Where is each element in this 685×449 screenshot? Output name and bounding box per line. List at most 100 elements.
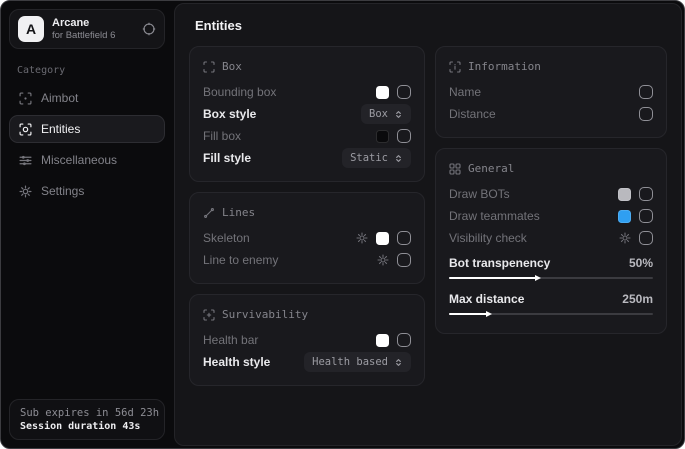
brand-text: Arcane for Battlefield 6: [52, 17, 115, 41]
max-distance-value: 250m: [622, 292, 653, 306]
sidebar-nav: Aimbot Entities Miscellaneous Settings: [9, 84, 165, 205]
lines-card: Lines Skeleton Line to enemy: [189, 192, 425, 284]
health-bar-checkbox[interactable]: [397, 333, 411, 347]
sidebar-item-aimbot[interactable]: Aimbot: [9, 84, 165, 112]
line-to-enemy-settings-gear-icon[interactable]: [377, 254, 389, 266]
max-distance-slider[interactable]: [449, 310, 653, 318]
box-style-dropdown[interactable]: Box: [361, 104, 411, 124]
sidebar-item-miscellaneous[interactable]: Miscellaneous: [9, 146, 165, 174]
chevron-up-down-icon: [394, 110, 403, 119]
fill-style-label: Fill style: [203, 151, 251, 165]
lines-card-header: Lines: [203, 206, 411, 219]
skeleton-color-swatch[interactable]: [376, 232, 389, 245]
fill-box-label: Fill box: [203, 129, 241, 143]
sidebar-item-settings[interactable]: Settings: [9, 177, 165, 205]
fill-style-dropdown[interactable]: Static: [342, 148, 411, 168]
name-checkbox[interactable]: [639, 85, 653, 99]
bot-transparency-label: Bot transpenency: [449, 256, 550, 270]
sidebar: A Arcane for Battlefield 6 Category Aimb…: [1, 1, 173, 448]
left-column: Box Bounding box Box style Box: [189, 46, 425, 386]
draw-teammates-label: Draw teammates: [449, 209, 540, 223]
sidebar-item-entities[interactable]: Entities: [9, 115, 165, 143]
setting-row: Box style Box: [203, 103, 411, 125]
sub-expiry-text: Sub expires in 56d 23h: [20, 407, 154, 419]
box-corners-icon: [203, 61, 215, 73]
bounding-box-label: Bounding box: [203, 85, 276, 99]
name-label: Name: [449, 85, 481, 99]
setting-row: Distance: [449, 103, 653, 125]
session-info-box: Sub expires in 56d 23h Session duration …: [9, 399, 165, 440]
category-label: Category: [17, 65, 165, 76]
max-distance-setting: Max distance 250m: [449, 290, 653, 321]
line-to-enemy-label: Line to enemy: [203, 253, 278, 267]
bounding-box-checkbox[interactable]: [397, 85, 411, 99]
health-bar-color-swatch[interactable]: [376, 334, 389, 347]
setting-row: Fill style Static: [203, 147, 411, 169]
health-style-label: Health style: [203, 355, 270, 369]
distance-checkbox[interactable]: [639, 107, 653, 121]
draw-teammates-checkbox[interactable]: [639, 209, 653, 223]
skeleton-settings-gear-icon[interactable]: [356, 232, 368, 244]
entities-icon: [19, 123, 32, 136]
setting-row: Draw teammates: [449, 205, 653, 227]
grid-icon: [449, 163, 461, 175]
draw-teammates-color-swatch[interactable]: [618, 210, 631, 223]
box-card-header: Box: [203, 60, 411, 73]
chevron-up-down-icon: [394, 154, 403, 163]
box-style-label: Box style: [203, 107, 256, 121]
dropdown-value: Box: [369, 108, 388, 120]
bounding-box-color-swatch[interactable]: [376, 86, 389, 99]
card-columns: Box Bounding box Box style Box: [189, 46, 667, 386]
information-card-header: Information: [449, 60, 653, 73]
app-subtitle: for Battlefield 6: [52, 30, 115, 41]
slider-fill: [449, 277, 539, 279]
card-title: Information: [468, 60, 541, 73]
draw-bots-checkbox[interactable]: [639, 187, 653, 201]
slider-arrow-handle[interactable]: [535, 275, 541, 281]
sidebar-item-label: Aimbot: [41, 91, 78, 105]
dropdown-value: Health based: [312, 356, 388, 368]
fill-box-color-swatch[interactable]: [376, 130, 389, 143]
health-style-dropdown[interactable]: Health based: [304, 352, 411, 372]
page-title: Entities: [195, 18, 667, 33]
info-icon: [449, 61, 461, 73]
app-name: Arcane: [52, 17, 115, 29]
bot-transparency-value: 50%: [629, 256, 653, 270]
skeleton-label: Skeleton: [203, 231, 250, 245]
survivability-card-header: Survivability: [203, 308, 411, 321]
setting-row: Name: [449, 81, 653, 103]
sidebar-item-label: Miscellaneous: [41, 153, 117, 167]
setting-row: Health bar: [203, 329, 411, 351]
slider-arrow-handle[interactable]: [486, 311, 492, 317]
skeleton-checkbox[interactable]: [397, 231, 411, 245]
bot-transparency-slider[interactable]: [449, 274, 653, 282]
card-title: Lines: [222, 206, 255, 219]
crosshair-icon[interactable]: [142, 22, 156, 36]
slider-fill: [449, 313, 490, 315]
diagonal-line-icon: [203, 207, 215, 219]
draw-bots-color-swatch[interactable]: [618, 188, 631, 201]
setting-row: Draw BOTs: [449, 183, 653, 205]
card-title: Box: [222, 60, 242, 73]
card-title: Survivability: [222, 308, 308, 321]
bot-transparency-setting: Bot transpenency 50%: [449, 254, 653, 285]
aimbot-icon: [19, 92, 32, 105]
card-title: General: [468, 162, 514, 175]
general-card-header: General: [449, 162, 653, 175]
information-card: Information Name Distance: [435, 46, 667, 138]
fill-box-checkbox[interactable]: [397, 129, 411, 143]
session-duration-text: Session duration 43s: [20, 421, 154, 432]
main-panel: Entities Box Bounding box: [174, 3, 682, 446]
distance-label: Distance: [449, 107, 496, 121]
health-cross-icon: [203, 309, 215, 321]
gear-icon: [19, 185, 32, 198]
draw-bots-label: Draw BOTs: [449, 187, 510, 201]
setting-row: Skeleton: [203, 227, 411, 249]
sidebar-item-label: Entities: [41, 122, 80, 136]
max-distance-label: Max distance: [449, 292, 524, 306]
visibility-check-settings-gear-icon[interactable]: [619, 232, 631, 244]
setting-row: Fill box: [203, 125, 411, 147]
setting-row: Line to enemy: [203, 249, 411, 271]
visibility-check-checkbox[interactable]: [639, 231, 653, 245]
line-to-enemy-checkbox[interactable]: [397, 253, 411, 267]
